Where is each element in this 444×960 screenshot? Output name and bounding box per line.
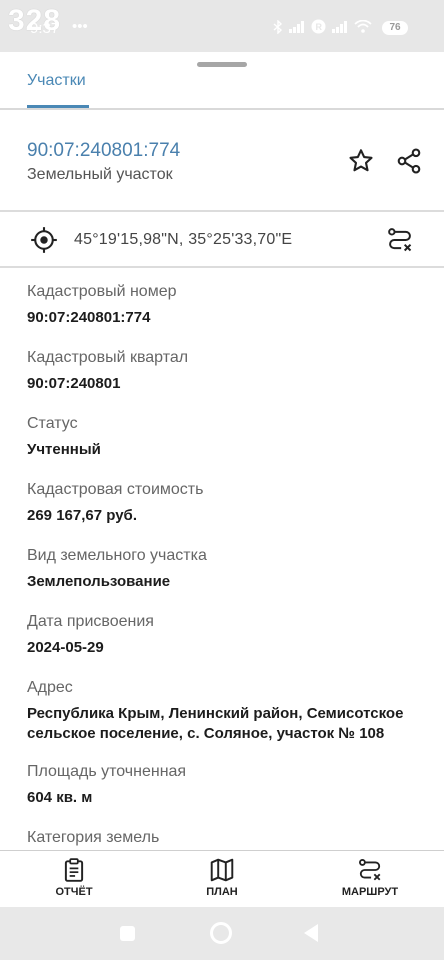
nav-plan[interactable]: ПЛАН xyxy=(177,857,267,898)
field-label: Дата присвоения xyxy=(27,613,154,630)
field-area: Площадь уточненная 604 кв. м xyxy=(27,762,427,808)
parcel-sheet: Участки 90:07:240801:774 Земельный участ… xyxy=(0,52,444,907)
field-label: Вид земельного участка xyxy=(27,547,207,564)
signal-2-icon xyxy=(332,20,347,33)
star-icon xyxy=(349,149,373,172)
route-button[interactable] xyxy=(384,224,416,256)
route-icon xyxy=(359,859,381,881)
field-status: Статус Учтенный xyxy=(27,414,427,460)
field-label: Статус xyxy=(27,415,78,432)
field-label: Адрес xyxy=(27,679,73,696)
tab-divider xyxy=(0,108,444,110)
back-button[interactable] xyxy=(304,924,318,942)
field-value: 90:07:240801:774 xyxy=(27,309,151,326)
status-bar: 328 9:37 ••• R 76 xyxy=(0,0,444,52)
share-button[interactable] xyxy=(393,145,425,177)
parcel-title: 90:07:240801:774 xyxy=(27,140,181,161)
notification-dots: ••• xyxy=(72,18,88,35)
route-icon xyxy=(388,228,412,252)
system-nav-bar xyxy=(0,907,444,960)
signal-icon xyxy=(289,20,304,33)
wifi-icon xyxy=(354,20,372,33)
field-value: Учтенный xyxy=(27,441,101,458)
favorite-button[interactable] xyxy=(345,145,377,177)
field-value: Республика Крым, Ленинский район, Семисо… xyxy=(27,705,404,742)
field-value: 604 кв. м xyxy=(27,789,93,806)
divider xyxy=(0,266,444,268)
field-label: Кадастровый квартал xyxy=(27,349,189,366)
field-label: Категория земель xyxy=(27,829,160,846)
crosshair-icon xyxy=(31,227,57,253)
tab-parcels[interactable]: Участки xyxy=(27,72,86,90)
nav-report[interactable]: ОТЧЁТ xyxy=(29,857,119,898)
field-value: 2024-05-29 xyxy=(27,639,104,656)
home-button[interactable] xyxy=(210,922,232,944)
locate-button[interactable] xyxy=(28,224,60,256)
nav-route[interactable]: МАРШРУТ xyxy=(325,857,415,898)
field-cadastral-number: Кадастровый номер 90:07:240801:774 xyxy=(27,282,427,328)
map-icon xyxy=(210,858,234,882)
field-label: Кадастровая стоимость xyxy=(27,481,204,498)
field-cadastral-block: Кадастровый квартал 90:07:240801 xyxy=(27,348,427,394)
field-label: Кадастровый номер xyxy=(27,283,177,300)
field-value: Землепользование xyxy=(27,573,171,590)
divider xyxy=(0,210,444,212)
field-value: 269 167,67 руб. xyxy=(27,507,137,524)
field-address: Адрес Республика Крым, Ленинский район, … xyxy=(27,678,427,744)
status-time: 9:37 xyxy=(30,20,60,37)
parcel-subtitle: Земельный участок xyxy=(27,166,173,183)
drag-handle[interactable] xyxy=(197,62,247,67)
nav-route-label: МАРШРУТ xyxy=(341,886,399,898)
field-label: Площадь уточненная xyxy=(27,763,187,780)
svg-text:R: R xyxy=(316,22,323,32)
bluetooth-icon xyxy=(273,19,283,34)
field-value: 90:07:240801 xyxy=(27,375,121,392)
field-assignment-date: Дата присвоения 2024-05-29 xyxy=(27,612,427,658)
roaming-icon: R xyxy=(311,19,326,34)
field-cadastral-value: Кадастровая стоимость 269 167,67 руб. xyxy=(27,480,427,526)
recents-button[interactable] xyxy=(120,926,135,941)
field-land-type: Вид земельного участка Землепользование xyxy=(27,546,427,592)
nav-plan-label: ПЛАН xyxy=(206,886,238,898)
clipboard-icon xyxy=(64,858,84,882)
nav-report-label: ОТЧЁТ xyxy=(55,886,93,898)
battery-indicator: 76 xyxy=(382,21,408,35)
share-icon xyxy=(397,148,421,174)
status-icons: R xyxy=(273,19,372,34)
bottom-nav: ОТЧЁТ ПЛАН МАРШРУТ xyxy=(0,850,444,907)
coordinates-text[interactable]: 45°19'15,98"N, 35°25'33,70"E xyxy=(74,231,292,249)
